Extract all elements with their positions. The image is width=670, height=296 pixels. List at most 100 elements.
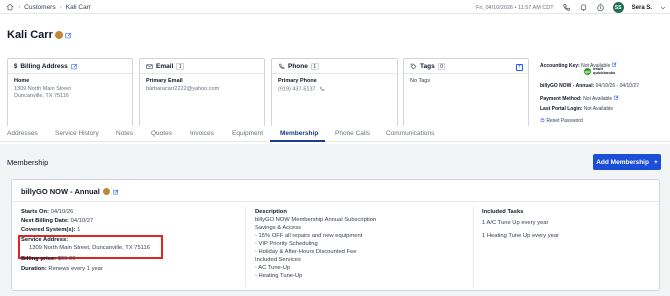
billygo-label: billyGO NOW - Annual: xyxy=(540,83,595,89)
top-bar: › Customers › Kali Carr Fri, 04/10/2026 … xyxy=(0,0,670,14)
next-billing-value: 04/10/27 xyxy=(70,218,94,224)
email-card-header: Email 1 xyxy=(146,63,185,70)
phone-value[interactable]: (919) 437-5137 xyxy=(278,86,316,92)
tab-quotes[interactable]: Quotes xyxy=(151,130,172,137)
timer-icon[interactable] xyxy=(596,3,605,12)
payment-method-label: Payment Method: xyxy=(540,96,582,102)
quickbooks-icon: qb xyxy=(584,67,591,75)
phone-icon xyxy=(278,63,285,69)
next-billing-label: Next Billing Date: xyxy=(21,218,69,224)
edit-icon[interactable] xyxy=(71,63,78,70)
tags-card: Tags 0 + No Tags xyxy=(403,58,529,131)
included-tasks-title: Included Tasks xyxy=(482,209,523,216)
tags-card-header: Tags 0 xyxy=(410,63,446,70)
tab-service-history[interactable]: Service History xyxy=(55,130,99,137)
tags-count: 0 xyxy=(437,63,446,70)
edit-icon[interactable] xyxy=(65,32,72,39)
customer-header: Kali Carr $ Billing Address Home 1309 No… xyxy=(0,14,670,144)
quickbooks-line2: quickbooks xyxy=(593,70,616,75)
dollar-icon: $ xyxy=(14,63,18,70)
phone-card: Phone 1 Primary Phone (919) 437-5137 xyxy=(271,58,398,131)
covered-systems-label: Covered System(s): xyxy=(21,227,76,233)
billygo-row: billyGO NOW - Annual: 04/10/26 - 04/10/2… xyxy=(540,83,639,89)
included-tasks-title-text: Included Tasks xyxy=(482,209,524,215)
starts-on-row: Starts On: 04/10/26 xyxy=(21,209,73,216)
accounting-key-label: Accounting Key: xyxy=(540,63,580,69)
duration-label: Duration: xyxy=(21,266,47,272)
bell-icon[interactable] xyxy=(579,3,588,12)
tab-equipment[interactable]: Equipment xyxy=(232,130,263,137)
tags-title: Tags xyxy=(420,63,435,70)
billing-title: Billing Address xyxy=(20,63,68,70)
call-icon[interactable] xyxy=(319,86,325,92)
account-info: Accounting Key: Not Available qb intuit … xyxy=(540,58,666,131)
starts-on-label: Starts On: xyxy=(21,209,50,215)
email-value[interactable]: barbaracarr2222@yahoo.com xyxy=(146,86,219,93)
divider xyxy=(404,73,528,74)
customer-title: Kali Carr xyxy=(7,29,72,41)
tab-addresses[interactable]: Addresses xyxy=(7,130,38,137)
tag-icon xyxy=(410,63,417,70)
add-membership-button[interactable]: Add Membership + xyxy=(593,154,661,170)
reset-password-link[interactable]: Reset Password xyxy=(540,117,583,124)
plan-header: billyGO NOW - Annual xyxy=(21,187,119,196)
tab-invoices[interactable]: Invoices xyxy=(190,130,214,137)
breadcrumb: › Customers › Kali Carr xyxy=(6,3,91,11)
tab-notes[interactable]: Notes xyxy=(116,130,133,137)
plan-title: billyGO NOW - Annual xyxy=(21,187,100,196)
top-right-tools: Fri, 04/10/2026 • 11:57 AM CDT SS Sera S… xyxy=(476,2,666,13)
chevron-down-icon[interactable] xyxy=(660,5,666,11)
divider xyxy=(140,73,264,74)
home-icon[interactable] xyxy=(6,3,14,11)
email-label: Primary Email xyxy=(146,78,183,84)
add-membership-label: Add Membership xyxy=(596,158,649,166)
column-divider xyxy=(245,207,246,287)
customer-name: Kali Carr xyxy=(7,29,53,41)
phone-icon[interactable] xyxy=(562,3,571,12)
portal-login-row: Last Portal Login: Not Available xyxy=(540,106,613,112)
description-line: - Heating Tune-Up xyxy=(255,273,303,279)
portal-login-label: Last Portal Login: xyxy=(540,106,583,112)
edit-icon[interactable] xyxy=(613,95,619,100)
billing-line2: Duncanville, TX 75116 xyxy=(14,93,69,99)
email-title: Email xyxy=(156,63,174,70)
divider xyxy=(8,73,132,74)
membership-badge-icon xyxy=(54,31,63,39)
plus-icon: + xyxy=(653,158,658,166)
breadcrumb-separator: › xyxy=(59,3,62,11)
tab-membership[interactable]: Membership xyxy=(280,130,318,137)
description-line: Savings & Access xyxy=(255,225,302,231)
billygo-value: 04/10/26 - 04/10/27 xyxy=(595,83,640,89)
description-line: - Holiday & After-Hours Discounted Fee xyxy=(255,249,357,255)
tab-phone-calls[interactable]: Phone Calls xyxy=(335,130,370,137)
tab-bar: Addresses Service History Notes Quotes I… xyxy=(0,126,670,142)
user-name[interactable]: Sera S. xyxy=(632,5,652,11)
avatar[interactable]: SS xyxy=(612,2,624,13)
membership-section-title: Membership xyxy=(7,158,49,167)
covered-systems-row: Covered System(s): 1 xyxy=(21,227,80,234)
add-tag-button[interactable]: + xyxy=(516,64,523,71)
phone-count: 1 xyxy=(310,63,319,70)
description-title: Description xyxy=(255,209,287,216)
task-item: 1 Heating Tune Up every year xyxy=(482,233,560,239)
phone-label: Primary Phone xyxy=(278,78,317,84)
billing-price-value: $99.00 xyxy=(57,256,76,262)
description-line: Included Services xyxy=(255,257,301,263)
divider xyxy=(12,201,659,202)
duration-row: Duration: Renews every 1 year xyxy=(21,266,103,273)
starts-on-value: 04/10/26 xyxy=(50,209,74,215)
task-item: 1 A/C Tune Up every year xyxy=(482,220,549,226)
breadcrumb-customers[interactable]: Customers xyxy=(24,4,55,11)
edit-icon[interactable] xyxy=(113,189,119,195)
column-divider xyxy=(473,207,474,287)
covered-systems-value: 1 xyxy=(77,227,81,233)
datetime: Fri, 04/10/2026 • 11:57 AM CDT xyxy=(476,4,554,11)
membership-badge-icon xyxy=(102,188,110,195)
quickbooks-logo: qb intuit quickbooks xyxy=(584,67,615,75)
membership-panel: billyGO NOW - Annual Starts On: 04/10/26… xyxy=(11,179,660,291)
tab-communications[interactable]: Communications xyxy=(386,130,434,137)
phone-value-row: (919) 437-5137 xyxy=(278,86,325,93)
reset-password-label[interactable]: Reset Password xyxy=(546,118,582,124)
duration-value: Renews every 1 year xyxy=(48,266,103,272)
breadcrumb-separator: › xyxy=(18,3,21,11)
